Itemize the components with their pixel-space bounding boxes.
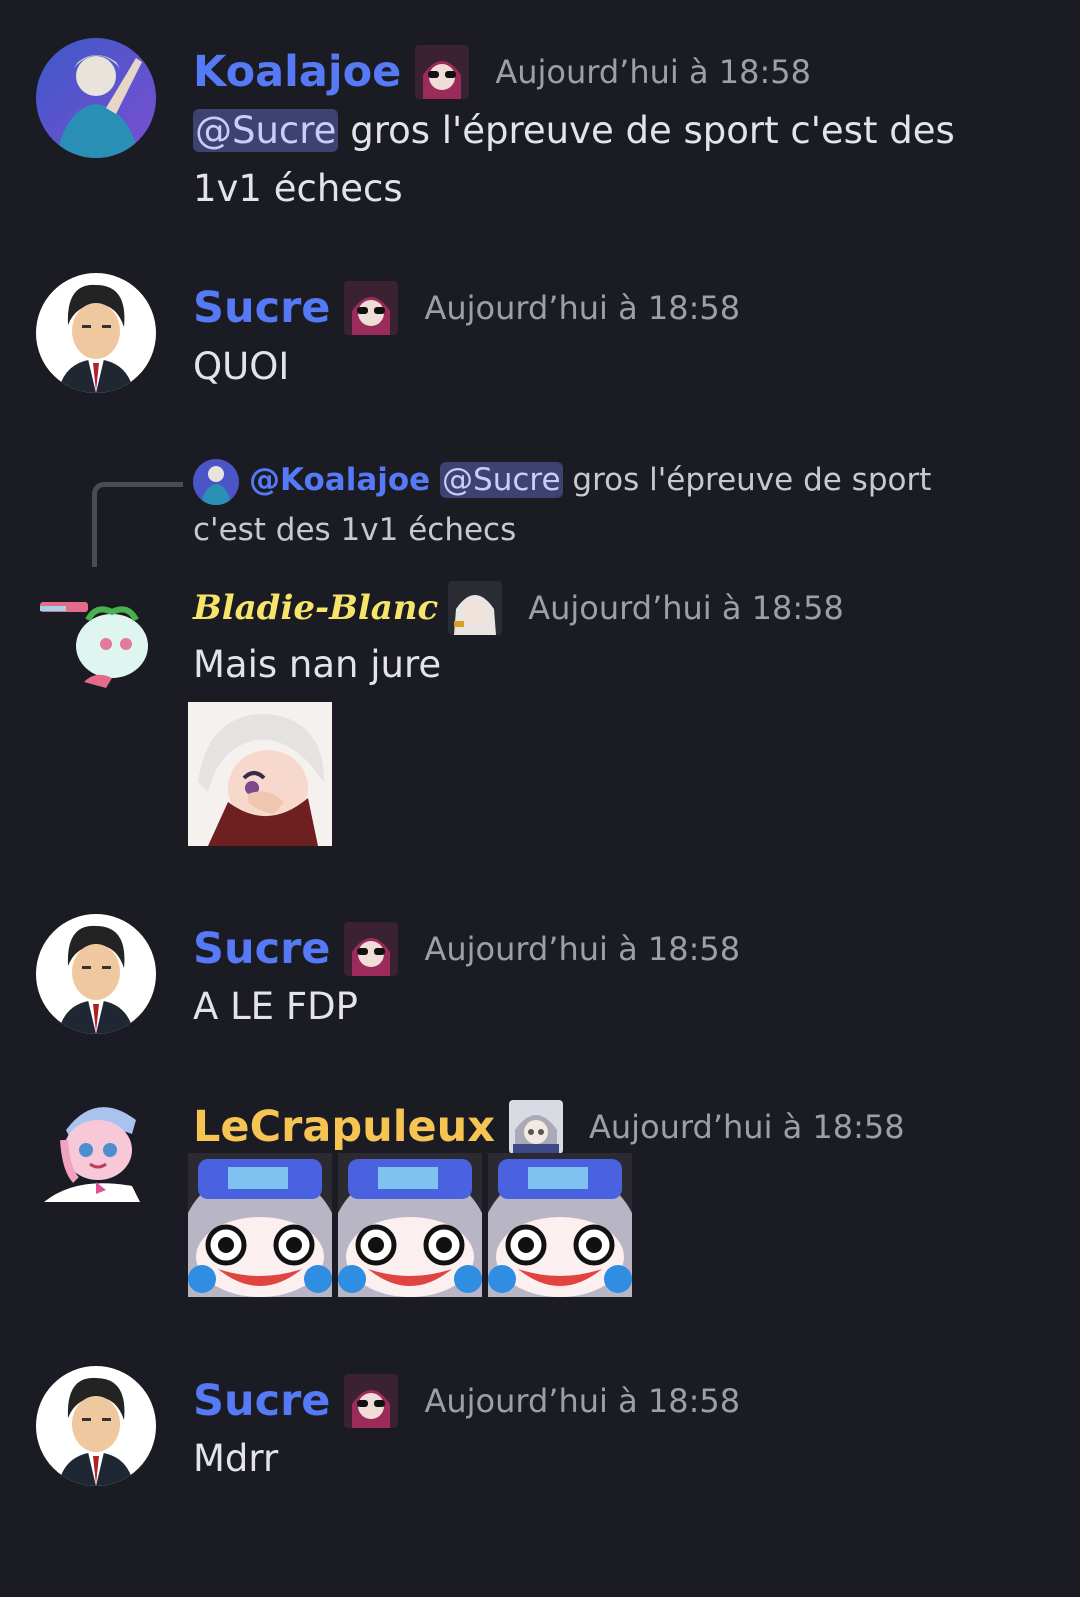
role-icon bbox=[344, 281, 399, 335]
reply-avatar bbox=[193, 458, 239, 505]
mention[interactable]: @Sucre bbox=[440, 462, 563, 498]
username[interactable]: Sucre bbox=[193, 1371, 330, 1431]
sticker-image[interactable] bbox=[188, 702, 332, 846]
role-icon bbox=[509, 1100, 563, 1154]
username[interactable]: Sucre bbox=[193, 278, 330, 338]
message-text: A LE FDP bbox=[193, 985, 358, 1028]
timestamp: Aujourd’hui à 18:58 bbox=[424, 289, 741, 327]
timestamp: Aujourd’hui à 18:58 bbox=[589, 1108, 905, 1146]
mention[interactable]: @Sucre bbox=[193, 109, 339, 152]
role-icon bbox=[448, 581, 503, 635]
message-text: Mais nan jure bbox=[193, 643, 442, 686]
reply-connector bbox=[92, 482, 183, 567]
emoji-sticker[interactable] bbox=[338, 1153, 482, 1297]
avatar-sucre[interactable] bbox=[36, 914, 156, 1034]
avatar-lecrapuleux[interactable] bbox=[36, 1090, 156, 1210]
timestamp: Aujourd’hui à 18:58 bbox=[528, 589, 844, 627]
chat-view: Koalajoe Aujourd’hui à 18:58 @Sucre gros… bbox=[0, 0, 1080, 1597]
avatar-sucre[interactable] bbox=[36, 273, 156, 393]
role-icon bbox=[344, 1374, 399, 1428]
emoji-sticker[interactable] bbox=[188, 1153, 332, 1297]
message-text: Mdrr bbox=[193, 1437, 279, 1480]
timestamp: Aujourd’hui à 18:58 bbox=[424, 1382, 741, 1420]
username[interactable]: Bladie-Blanc bbox=[193, 578, 438, 638]
username[interactable]: LeCrapuleux bbox=[193, 1097, 495, 1157]
username[interactable]: Koalajoe bbox=[193, 42, 401, 102]
username[interactable]: Sucre bbox=[193, 919, 330, 979]
message-text: QUOI bbox=[193, 345, 290, 388]
message-text: @Sucre gros l'épreuve de sport c'est des… bbox=[193, 109, 955, 210]
timestamp: Aujourd’hui à 18:58 bbox=[495, 53, 811, 91]
reply-preview[interactable]: @Koalajoe @Sucre gros l'épreuve de sport… bbox=[193, 455, 1013, 555]
avatar-bladie-blanc[interactable] bbox=[36, 574, 156, 694]
role-icon bbox=[344, 922, 399, 976]
reply-author[interactable]: @Koalajoe bbox=[249, 462, 430, 498]
avatar-sucre[interactable] bbox=[36, 1366, 156, 1486]
role-icon bbox=[415, 45, 470, 99]
emoji-sticker[interactable] bbox=[488, 1153, 632, 1297]
timestamp: Aujourd’hui à 18:58 bbox=[424, 930, 741, 968]
avatar-koalajoe[interactable] bbox=[36, 38, 156, 158]
